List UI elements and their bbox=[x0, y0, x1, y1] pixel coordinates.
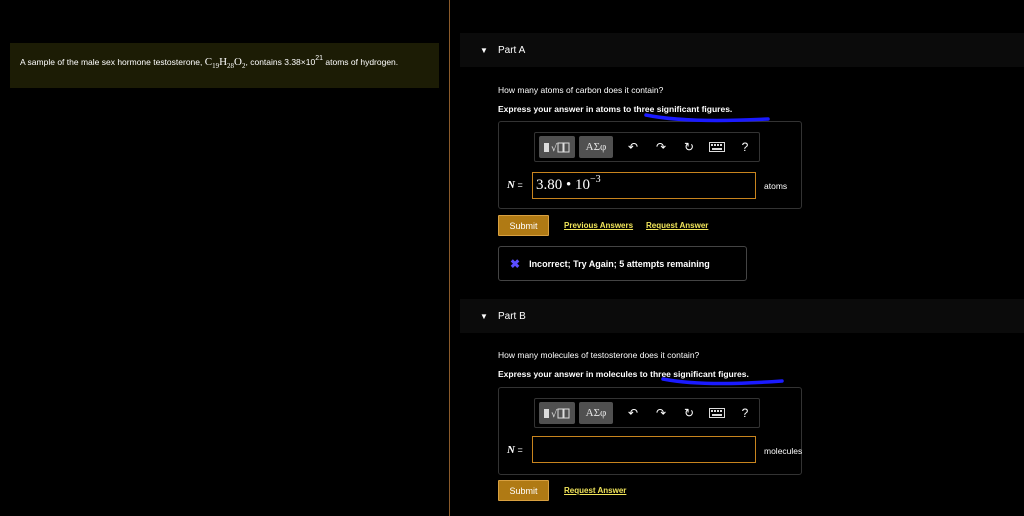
part-a-title: Part A bbox=[498, 44, 526, 56]
help-icon[interactable]: ? bbox=[731, 136, 759, 158]
previous-answers-link[interactable]: Previous Answers bbox=[564, 221, 633, 230]
variable-label: N = bbox=[507, 444, 523, 456]
formula: C19H28O2 bbox=[204, 55, 246, 71]
formula-oxygen: O bbox=[234, 55, 242, 68]
greek-symbols-icon[interactable]: ΑΣφ bbox=[579, 402, 613, 424]
formula-hydrogen-sub: 28 bbox=[227, 62, 235, 71]
part-b-instruction: Express your answer in molecules to thre… bbox=[498, 369, 749, 379]
templates-icon[interactable]: √ bbox=[539, 136, 575, 158]
part-b-title: Part B bbox=[498, 310, 526, 322]
part-b-answer-input[interactable] bbox=[532, 436, 756, 463]
feedback-text: Incorrect; Try Again; 5 attempts remaini… bbox=[529, 258, 710, 269]
formula-carbon: C bbox=[204, 55, 213, 68]
part-a-header[interactable]: ▼ Part A bbox=[460, 33, 1024, 67]
problem-statement: A sample of the male sex hormone testost… bbox=[10, 43, 439, 88]
math-toolbar: √ ΑΣφ ↶ ↷ ↻ ? bbox=[534, 398, 760, 428]
svg-text:√: √ bbox=[551, 409, 558, 420]
part-b-submit-button[interactable]: Submit bbox=[498, 480, 549, 501]
part-a-submit-button[interactable]: Submit bbox=[498, 215, 549, 236]
part-a-question: How many atoms of carbon does it contain… bbox=[498, 85, 664, 95]
help-icon[interactable]: ? bbox=[731, 402, 759, 424]
part-a-request-answer-link[interactable]: Request Answer bbox=[646, 221, 708, 230]
collapse-caret-icon[interactable]: ▼ bbox=[480, 312, 498, 321]
reset-icon[interactable]: ↻ bbox=[675, 402, 703, 424]
part-a-feedback: ✖ Incorrect; Try Again; 5 attempts remai… bbox=[498, 246, 747, 281]
problem-pane: A sample of the male sex hormone testost… bbox=[0, 0, 449, 516]
part-a-instruction: Express your answer in atoms to three si… bbox=[498, 104, 733, 114]
part-b-question: How many molecules of testosterone does … bbox=[498, 350, 700, 360]
part-b-unit: molecules bbox=[764, 446, 803, 456]
formula-hydrogen: H bbox=[219, 55, 228, 68]
part-b-header[interactable]: ▼ Part B bbox=[460, 299, 1024, 333]
collapse-caret-icon[interactable]: ▼ bbox=[480, 46, 498, 55]
part-b-answer-box: √ ΑΣφ ↶ ↷ ↻ ? N = molecules bbox=[498, 387, 802, 475]
variable-name: N bbox=[507, 444, 515, 456]
problem-text-before: A sample of the male sex hormone testost… bbox=[20, 56, 205, 67]
reset-icon[interactable]: ↻ bbox=[675, 136, 703, 158]
greek-symbols-icon[interactable]: ΑΣφ bbox=[579, 136, 613, 158]
incorrect-x-icon: ✖ bbox=[510, 256, 521, 271]
part-a-answer-input[interactable]: 3.80 • 10 −3 bbox=[532, 172, 756, 199]
svg-text:√: √ bbox=[551, 143, 558, 154]
equals-sign: = bbox=[514, 445, 523, 455]
undo-icon[interactable]: ↶ bbox=[619, 136, 647, 158]
problem-exponent: 21 bbox=[315, 55, 324, 62]
redo-icon[interactable]: ↷ bbox=[647, 136, 675, 158]
part-a-answer-box: √ ΑΣφ ↶ ↷ ↻ ? N = 3.80 • 10 −3 atoms bbox=[498, 121, 802, 209]
equals-sign: = bbox=[514, 180, 523, 190]
keyboard-icon[interactable] bbox=[703, 402, 731, 424]
redo-icon[interactable]: ↷ bbox=[647, 402, 675, 424]
answer-mantissa: 3.80 • 10 bbox=[536, 177, 591, 193]
pane-divider[interactable] bbox=[449, 0, 450, 516]
problem-text-after: atoms of hydrogen. bbox=[323, 56, 399, 67]
undo-icon[interactable]: ↶ bbox=[619, 402, 647, 424]
variable-name: N bbox=[507, 179, 515, 191]
math-toolbar: √ ΑΣφ ↶ ↷ ↻ ? bbox=[534, 132, 760, 162]
problem-text-middle: , contains 3.38×10 bbox=[245, 56, 316, 67]
variable-label: N = bbox=[507, 179, 523, 191]
keyboard-icon[interactable] bbox=[703, 136, 731, 158]
templates-icon[interactable]: √ bbox=[539, 402, 575, 424]
part-a-unit: atoms bbox=[764, 181, 788, 191]
part-b-request-answer-link[interactable]: Request Answer bbox=[564, 486, 626, 495]
answer-exponent: −3 bbox=[590, 174, 601, 185]
